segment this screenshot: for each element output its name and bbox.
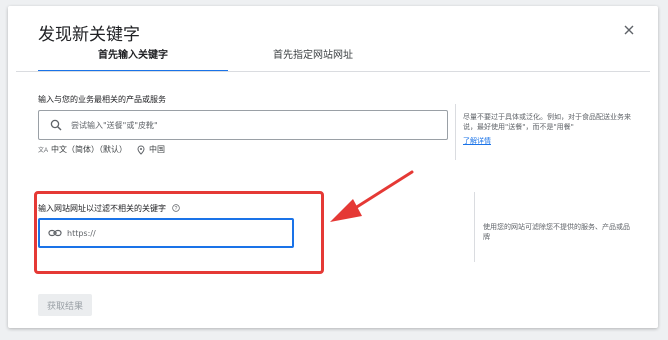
keyword-planner-dialog: 发现新关键字 首先输入关键字 首先指定网站网址 输入与您的业务最相关的产品或服务… [8,6,658,328]
get-results-button[interactable]: 获取结果 [38,294,92,316]
annotation-arrow [330,170,414,222]
